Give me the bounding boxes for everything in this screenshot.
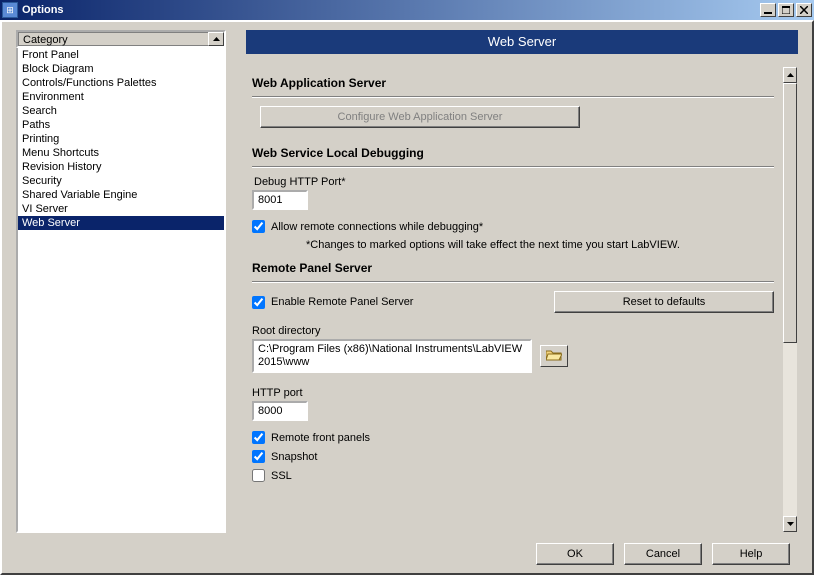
- dialog-button-bar: OK Cancel Help: [536, 543, 790, 565]
- category-item-front-panel[interactable]: Front Panel: [18, 48, 224, 62]
- browse-folder-button[interactable]: [540, 345, 568, 367]
- maximize-button[interactable]: [778, 3, 794, 17]
- category-item-revision-history[interactable]: Revision History: [18, 160, 224, 174]
- settings-pane: Web Server Web Application Server Config…: [246, 30, 798, 533]
- section-remote-panel: Remote Panel Server: [252, 261, 774, 275]
- enable-remote-checkbox[interactable]: [252, 296, 265, 309]
- category-header: Category: [16, 30, 226, 48]
- page-title: Web Server: [246, 30, 798, 54]
- remote-front-panels-checkbox[interactable]: [252, 431, 265, 444]
- scroll-down-button[interactable]: [783, 516, 797, 532]
- category-item-search[interactable]: Search: [18, 104, 224, 118]
- ssl-label: SSL: [271, 470, 292, 482]
- category-item-security[interactable]: Security: [18, 174, 224, 188]
- page-scrollbar[interactable]: [782, 66, 798, 533]
- close-button[interactable]: [796, 3, 812, 17]
- divider: [252, 96, 774, 98]
- category-header-label: Category: [18, 32, 208, 46]
- category-item-environment[interactable]: Environment: [18, 90, 224, 104]
- page-body: Web Application Server Configure Web App…: [246, 66, 780, 533]
- cancel-button[interactable]: Cancel: [624, 543, 702, 565]
- app-icon: ⊞: [2, 2, 18, 18]
- category-item-vi-server[interactable]: VI Server: [18, 202, 224, 216]
- remote-front-panels-label: Remote front panels: [271, 432, 370, 444]
- page-body-wrap: Web Application Server Configure Web App…: [246, 66, 798, 533]
- scroll-up-button[interactable]: [783, 67, 797, 83]
- debug-port-label: Debug HTTP Port*: [254, 176, 774, 188]
- category-item-controls-functions-palettes[interactable]: Controls/Functions Palettes: [18, 76, 224, 90]
- title-bar: ⊞ Options: [0, 0, 814, 20]
- enable-remote-label: Enable Remote Panel Server: [271, 296, 413, 308]
- category-item-block-diagram[interactable]: Block Diagram: [18, 62, 224, 76]
- scroll-thumb[interactable]: [783, 83, 797, 343]
- category-item-web-server[interactable]: Web Server: [18, 216, 224, 230]
- divider: [252, 166, 774, 168]
- ssl-checkbox[interactable]: [252, 469, 265, 482]
- client-area: Category Front PanelBlock DiagramControl…: [0, 20, 814, 575]
- help-button[interactable]: Help: [712, 543, 790, 565]
- section-web-app-server: Web Application Server: [252, 76, 774, 90]
- minimize-button[interactable]: [760, 3, 776, 17]
- content-area: Category Front PanelBlock DiagramControl…: [16, 30, 798, 533]
- window-title: Options: [22, 4, 758, 16]
- folder-icon: [546, 349, 562, 364]
- snapshot-label: Snapshot: [271, 451, 317, 463]
- allow-remote-checkbox[interactable]: [252, 220, 265, 233]
- divider: [252, 281, 774, 283]
- configure-web-app-button[interactable]: Configure Web Application Server: [260, 106, 580, 128]
- category-scroll-up[interactable]: [208, 32, 224, 46]
- snapshot-checkbox[interactable]: [252, 450, 265, 463]
- category-panel: Category Front PanelBlock DiagramControl…: [16, 30, 226, 533]
- allow-remote-label: Allow remote connections while debugging…: [271, 221, 483, 233]
- restart-note: *Changes to marked options will take eff…: [306, 239, 774, 251]
- category-item-printing[interactable]: Printing: [18, 132, 224, 146]
- root-dir-input[interactable]: C:\Program Files (x86)\National Instrume…: [252, 339, 532, 373]
- category-item-menu-shortcuts[interactable]: Menu Shortcuts: [18, 146, 224, 160]
- reset-defaults-button[interactable]: Reset to defaults: [554, 291, 774, 313]
- category-list[interactable]: Front PanelBlock DiagramControls/Functio…: [16, 48, 226, 533]
- debug-port-input[interactable]: [252, 190, 308, 210]
- category-item-paths[interactable]: Paths: [18, 118, 224, 132]
- http-port-label: HTTP port: [252, 387, 774, 399]
- ok-button[interactable]: OK: [536, 543, 614, 565]
- root-dir-label: Root directory: [252, 325, 774, 337]
- category-item-shared-variable-engine[interactable]: Shared Variable Engine: [18, 188, 224, 202]
- http-port-input[interactable]: [252, 401, 308, 421]
- section-debugging: Web Service Local Debugging: [252, 146, 774, 160]
